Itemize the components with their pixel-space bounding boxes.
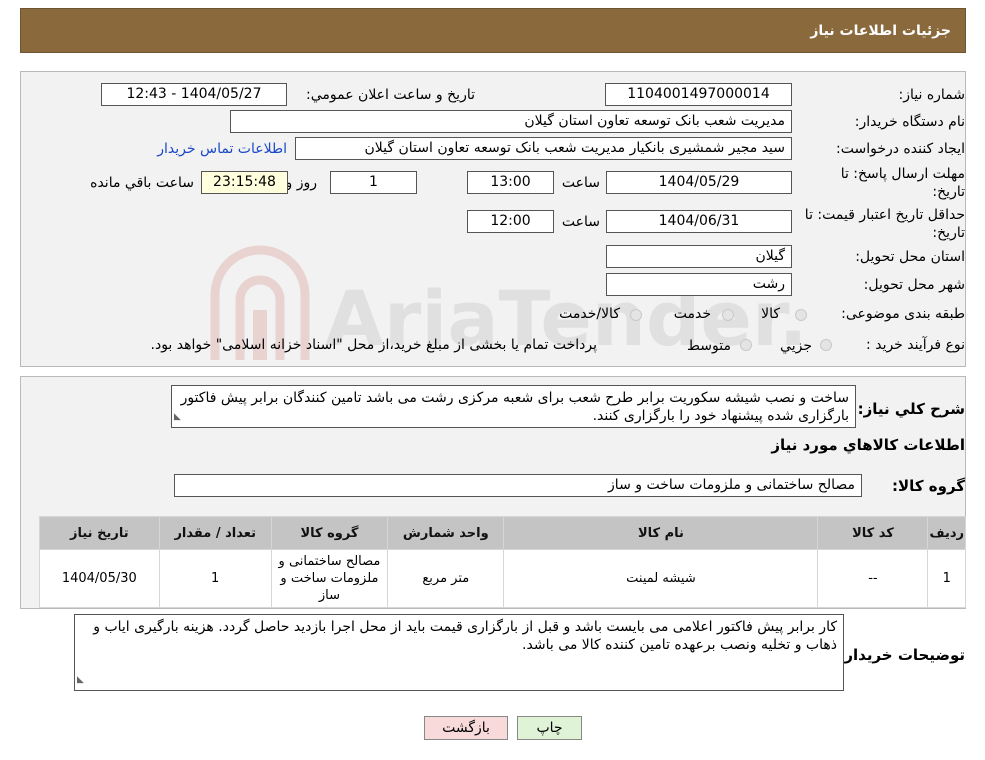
category-radio-goods-service[interactable] [630, 309, 642, 321]
creator-label: ایجاد کننده درخواست: [836, 141, 965, 157]
validity-time-label: ساعت [561, 214, 600, 230]
process-radio-medium[interactable] [740, 339, 752, 351]
validity-time-field[interactable]: 12:00 [467, 210, 554, 233]
validity-label-line1: حداقل تاریخ اعتبار قیمت: تا [804, 207, 965, 223]
cell-need-date: 1404/05/30 [40, 550, 159, 607]
buyer-org-field[interactable]: مدیریت شعب بانک توسعه تعاون استان گیلان [230, 110, 792, 133]
col-item-code: کد کالا [818, 517, 928, 549]
page-header: جزئیات اطلاعات نیاز [20, 8, 966, 53]
resize-grip-icon[interactable]: ◢ [174, 408, 181, 426]
process-note: پرداخت تمام یا بخشی از مبلغ خرید،از محل … [150, 337, 597, 353]
process-radio-minor[interactable] [820, 339, 832, 351]
items-table: ردیف کد کالا نام کالا واحد شمارش گروه کا… [39, 516, 966, 608]
col-item-name: نام کالا [504, 517, 818, 549]
table-header-row: ردیف کد کالا نام کالا واحد شمارش گروه کا… [40, 517, 965, 549]
category-label: طبقه بندی موضوعی: [841, 306, 965, 322]
deadline-label-line2: تاریخ: [932, 184, 965, 200]
buyer-contact-link[interactable]: اطلاعات تماس خریدار [157, 141, 287, 157]
category-option-goods-service: کالا/خدمت [559, 306, 620, 322]
city-label: شهر محل تحویل: [863, 277, 965, 293]
description-textarea[interactable]: ساخت و نصب شیشه سکوریت برابر طرح شعب برا… [171, 385, 856, 428]
cell-row-number: 1 [928, 550, 965, 607]
cell-item-code: -- [818, 550, 928, 607]
process-type-label: نوع فرآیند خرید : [866, 337, 965, 353]
category-radio-goods[interactable] [795, 309, 807, 321]
deadline-label-line1: مهلت ارسال پاسخ: تا [840, 166, 965, 182]
need-number-field[interactable]: 1104001497000014 [605, 83, 792, 106]
description-text: ساخت و نصب شیشه سکوریت برابر طرح شعب برا… [180, 390, 849, 424]
announce-datetime-field[interactable]: 1404/05/27 - 12:43 [101, 83, 287, 106]
process-option-minor: جزیي [780, 338, 812, 354]
city-field[interactable]: رشت [606, 273, 792, 296]
back-button[interactable]: بازگشت [424, 716, 508, 740]
deadline-time-field[interactable]: 13:00 [467, 171, 554, 194]
province-field[interactable]: گیلان [606, 245, 792, 268]
category-option-goods: کالا [761, 306, 780, 322]
goods-group-field[interactable]: مصالح ساختمانی و ملزومات ساخت و ساز [174, 474, 862, 497]
remaining-days-label: روز و [285, 175, 318, 191]
buyer-org-label: نام دستگاه خریدار: [854, 114, 965, 130]
page-title: جزئیات اطلاعات نیاز [810, 23, 951, 39]
category-radio-service[interactable] [722, 309, 734, 321]
remaining-time-field: 23:15:48 [201, 171, 288, 194]
creator-field[interactable]: سید مجیر شمشیری بانکیار مدیریت شعب بانک … [295, 137, 792, 160]
table-row[interactable]: 1 -- شیشه لمینت متر مربع مصالح ساختمانی … [40, 550, 965, 607]
col-need-date: تاریخ نیاز [40, 517, 159, 549]
deadline-time-label: ساعت [561, 175, 600, 191]
process-option-medium: متوسط [687, 338, 731, 354]
category-option-service: خدمت [673, 306, 711, 322]
need-number-label: شماره نیاز: [898, 87, 966, 103]
remaining-days-field[interactable]: 1 [330, 171, 417, 194]
items-section-title: اطلاعات کالاهاي مورد نیاز [771, 436, 965, 454]
col-unit: واحد شمارش [388, 517, 504, 549]
validity-date-field[interactable]: 1404/06/31 [606, 210, 792, 233]
cell-quantity: 1 [159, 550, 271, 607]
resize-grip-icon[interactable]: ◢ [77, 671, 84, 689]
cell-group: مصالح ساختمانی و ملزومات ساخت و ساز [271, 550, 388, 607]
col-quantity: تعداد / مقدار [159, 517, 271, 549]
description-label: شرح کلي نیاز: [857, 400, 965, 418]
province-label: استان محل تحویل: [855, 249, 965, 265]
col-row-number: ردیف [928, 517, 965, 549]
cell-unit: متر مربع [388, 550, 504, 607]
buyer-notes-text: کار برابر پیش فاکتور اعلامی می بایست باش… [93, 619, 837, 653]
buyer-notes-label: توضیحات خریدار: [838, 646, 965, 664]
col-group: گروه کالا [271, 517, 388, 549]
goods-group-label: گروه کالا: [892, 477, 965, 495]
remaining-time-label: ساعت باقي مانده [90, 175, 194, 191]
deadline-date-field[interactable]: 1404/05/29 [606, 171, 792, 194]
print-button[interactable]: چاپ [517, 716, 582, 740]
cell-item-name: شیشه لمینت [504, 550, 818, 607]
buyer-notes-textarea[interactable]: کار برابر پیش فاکتور اعلامی می بایست باش… [74, 614, 844, 691]
validity-label-line2: تاریخ: [932, 225, 965, 241]
announce-datetime-label: تاریخ و ساعت اعلان عمومي: [306, 87, 475, 103]
